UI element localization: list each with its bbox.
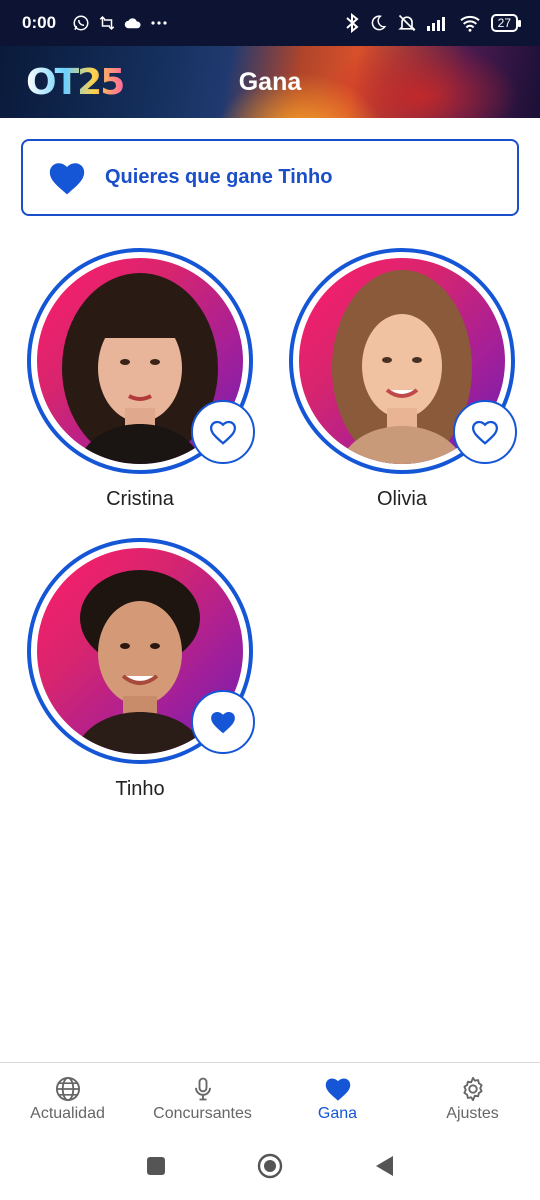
page-title: Gana: [238, 67, 302, 96]
contestant-card-olivia[interactable]: Olivia: [289, 248, 517, 511]
cloud-icon: [124, 16, 142, 30]
contestant-photo-ring: [289, 248, 517, 474]
nav-item-concursantes[interactable]: Concursantes: [135, 1063, 270, 1132]
circle-icon: [257, 1153, 283, 1179]
contestant-name: Olivia: [376, 488, 427, 510]
contestant-card-cristina[interactable]: Cristina: [27, 248, 255, 511]
heart-outline-icon: [471, 420, 499, 445]
nav-label: Actualidad: [30, 1104, 105, 1122]
favorite-button-active[interactable]: [191, 690, 255, 754]
wifi-icon: [459, 14, 481, 32]
heart-filled-icon: [211, 712, 235, 734]
battery-icon: 27: [490, 14, 522, 32]
contestant-name: Cristina: [106, 488, 174, 510]
back-button[interactable]: [371, 1153, 397, 1179]
app-header: OT25 Gana: [0, 46, 540, 118]
favorite-banner: Quieres que gane Tinho: [21, 139, 519, 216]
moon-icon: [369, 14, 387, 32]
banner-text: Quieres que gane Tinho: [105, 166, 333, 188]
mute-icon: [397, 13, 417, 33]
gear-icon: [462, 1076, 483, 1101]
nav-label: Gana: [317, 1104, 358, 1122]
contestant-photo-ring: [27, 248, 255, 474]
favorite-button[interactable]: [191, 400, 255, 464]
home-button[interactable]: [257, 1153, 283, 1179]
system-nav-bar: [0, 1132, 540, 1200]
nav-label: Ajustes: [446, 1104, 499, 1122]
nav-label: Concursantes: [153, 1104, 252, 1122]
contestant-photo-ring: [27, 538, 255, 764]
contestant-name: Tinho: [115, 778, 165, 800]
heart-filled-icon: [49, 162, 85, 194]
bottom-nav: Actualidad Concursantes Gana Ajustes: [0, 1062, 540, 1132]
nav-item-gana[interactable]: Gana: [270, 1063, 405, 1132]
triangle-back-icon: [376, 1156, 393, 1176]
square-icon: [147, 1157, 165, 1175]
whatsapp-icon: [72, 14, 90, 32]
microphone-icon: [194, 1077, 211, 1100]
status-bar: 0:00 27: [0, 0, 540, 46]
more-icon: [150, 20, 168, 26]
status-time: 0:00: [22, 13, 57, 32]
contestant-card-tinho[interactable]: Tinho: [27, 538, 255, 801]
nav-item-actualidad[interactable]: Actualidad: [0, 1063, 135, 1132]
recents-button[interactable]: [143, 1153, 169, 1179]
favorite-button[interactable]: [453, 400, 517, 464]
signal-icon: [426, 15, 449, 31]
globe-icon: [55, 1076, 80, 1101]
retweet-icon: [98, 14, 116, 32]
nav-item-ajustes[interactable]: Ajustes: [405, 1063, 540, 1132]
heart-icon: [325, 1078, 350, 1101]
bluetooth-icon: [345, 13, 359, 33]
ot25-logo: OT25: [26, 61, 125, 103]
heart-outline-icon: [209, 420, 237, 445]
